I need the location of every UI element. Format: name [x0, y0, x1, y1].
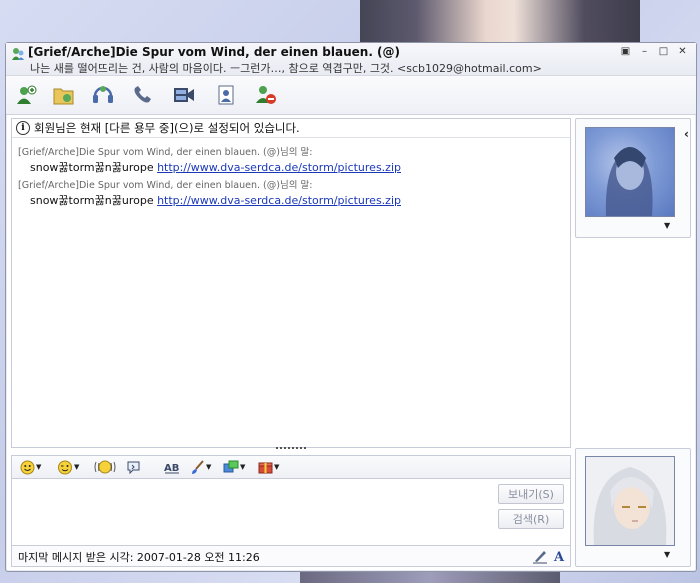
wallpaper-background-top: [360, 0, 640, 42]
activities-icon: [223, 460, 239, 473]
block-user-icon: [256, 86, 276, 104]
contact-personal-message: 나는 새를 떨어뜨리는 건, 사람의 마음이다. ㅡ그런가…, 참으로 역겹구만…: [30, 62, 542, 75]
conversation-history[interactable]: i 회원님은 현재 [다른 용무 중](으)로 설정되어 있습니다. [Grie…: [11, 118, 571, 448]
send-file-button[interactable]: [51, 82, 77, 108]
invite-contact-button[interactable]: [14, 82, 40, 108]
message-body: snow꿇torm꿇n꿇urope http://www.dva-serdca.…: [18, 192, 570, 208]
messenger-buddy-icon: [12, 48, 24, 60]
maximize-icon[interactable]: □: [658, 47, 669, 58]
svg-text:A: A: [553, 550, 565, 564]
chevron-down-icon: ▼: [74, 463, 80, 471]
handwriting-pen-icon[interactable]: [532, 548, 548, 564]
minimize-icon[interactable]: –: [639, 47, 650, 58]
invite-contact-icon: [17, 85, 37, 104]
chevron-down-icon: ▼: [36, 463, 42, 471]
speech-bubble-icon: [127, 461, 140, 474]
chat-message: [Grief/Arche]Die Spur vom Wind, der eine…: [12, 144, 570, 175]
wink-button[interactable]: ▼: [57, 458, 79, 476]
chevron-down-icon[interactable]: ▼: [664, 550, 670, 559]
emoticon-button[interactable]: ▼: [20, 458, 41, 476]
formatting-toolbar: ▼ ▼ AB ▼ ▼ ▼: [11, 455, 571, 478]
remote-assist-icon: [218, 85, 234, 105]
last-message-time: 마지막 메시지 받은 시각: 2007-01-28 오전 11:26: [18, 551, 260, 564]
status-notice: i 회원님은 현재 [다른 용무 중](으)로 설정되어 있습니다.: [12, 119, 570, 138]
own-avatar[interactable]: [585, 456, 675, 546]
block-user-button[interactable]: [253, 82, 279, 108]
chevron-down-icon: ▼: [206, 463, 212, 471]
status-notice-text: 회원님은 현재 [다른 용무 중](으)로 설정되어 있습니다.: [34, 121, 300, 135]
contact-avatar-picture: [605, 147, 653, 216]
status-bar: 마지막 메시지 받은 시각: 2007-01-28 오전 11:26 A: [11, 545, 571, 567]
info-icon: i: [16, 121, 30, 135]
message-link[interactable]: http://www.dva-serdca.de/storm/pictures.…: [157, 161, 401, 174]
action-toolbar: [6, 76, 696, 115]
voice-call-icon: [93, 86, 113, 103]
message-sender: [Grief/Arche]Die Spur vom Wind, der eine…: [18, 180, 313, 191]
phone-call-button[interactable]: [130, 82, 156, 108]
contact-avatar-panel: ▼: [575, 118, 691, 238]
collapse-panel-icon[interactable]: ‹: [684, 127, 689, 141]
window-title: [Grief/Arche]Die Spur vom Wind, der eine…: [28, 45, 401, 59]
message-sender: [Grief/Arche]Die Spur vom Wind, der eine…: [18, 147, 313, 158]
message-body: snow꿇torm꿇n꿇urope http://www.dva-serdca.…: [18, 159, 570, 175]
paint-brush-icon: [192, 459, 204, 474]
text-mode-icon[interactable]: A: [552, 548, 568, 564]
chevron-down-icon: ▼: [274, 463, 280, 471]
wink-icon: [58, 460, 72, 474]
gift-icon: [258, 462, 273, 474]
chat-message: [Grief/Arche]Die Spur vom Wind, der eine…: [12, 177, 570, 208]
message-link[interactable]: http://www.dva-serdca.de/storm/pictures.…: [157, 194, 401, 207]
svg-text:AB: AB: [164, 463, 179, 474]
voice-call-button[interactable]: [90, 82, 116, 108]
message-text: snow꿇torm꿇n꿇urope: [30, 161, 158, 174]
title-bar: [Grief/Arche]Die Spur vom Wind, der eine…: [6, 43, 696, 76]
font-button[interactable]: AB: [164, 458, 180, 476]
own-avatar-picture: [593, 467, 667, 545]
send-button[interactable]: 보내기(S): [498, 484, 564, 504]
background-button[interactable]: ▼: [190, 458, 211, 476]
chevron-down-icon[interactable]: ▼: [664, 221, 670, 230]
restore-icon[interactable]: ▣: [620, 47, 631, 58]
smiley-icon: [20, 460, 35, 474]
contact-avatar[interactable]: [585, 127, 675, 217]
message-input[interactable]: 보내기(S) 검색(R): [11, 478, 571, 546]
font-icon: AB: [164, 463, 179, 474]
search-button[interactable]: 검색(R): [498, 509, 564, 529]
nudge-button[interactable]: [94, 458, 116, 476]
conversation-window: [Grief/Arche]Die Spur vom Wind, der eine…: [5, 42, 697, 572]
send-file-icon: [53, 88, 74, 105]
phone-call-icon: [134, 86, 151, 103]
own-avatar-panel: ▼: [575, 448, 691, 567]
remote-assist-button[interactable]: [213, 82, 239, 108]
message-text: snow꿇torm꿇n꿇urope: [30, 194, 158, 207]
close-icon[interactable]: ✕: [677, 47, 688, 58]
nudge-icon: [94, 460, 116, 474]
pane-splitter-handle[interactable]: [276, 447, 306, 452]
voice-clip-button[interactable]: [126, 458, 141, 476]
video-call-icon: [174, 88, 194, 102]
chevron-down-icon: ▼: [240, 463, 246, 471]
video-call-button[interactable]: [171, 82, 197, 108]
games-button[interactable]: ▼: [258, 458, 279, 476]
activities-button[interactable]: ▼: [223, 458, 245, 476]
